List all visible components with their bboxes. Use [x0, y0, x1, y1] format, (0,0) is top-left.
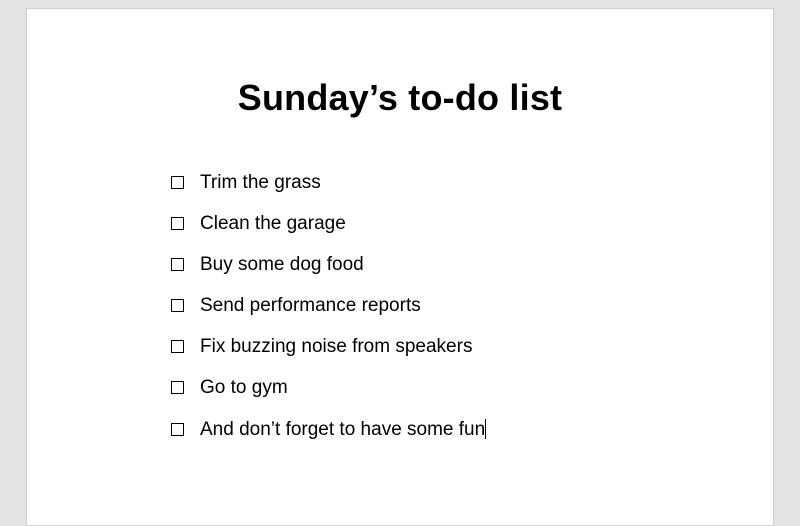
checkbox-icon[interactable] [171, 176, 184, 189]
document-page: Sunday’s to-do list Trim the grass Clean… [26, 8, 774, 526]
list-item[interactable]: Fix buzzing noise from speakers [171, 337, 703, 356]
page-title: Sunday’s to-do list [97, 77, 703, 119]
list-item[interactable]: And don’t forget to have some fun [171, 419, 703, 439]
checkbox-icon[interactable] [171, 381, 184, 394]
checkbox-icon[interactable] [171, 340, 184, 353]
list-item-label: And don’t forget to have some fun [200, 420, 485, 439]
list-item-label: Fix buzzing noise from speakers [200, 337, 472, 356]
list-item[interactable]: Go to gym [171, 378, 703, 397]
list-item-label: Send performance reports [200, 296, 421, 315]
list-item-label: Buy some dog food [200, 255, 364, 274]
list-item[interactable]: Buy some dog food [171, 255, 703, 274]
checkbox-icon[interactable] [171, 258, 184, 271]
todo-list: Trim the grass Clean the garage Buy some… [171, 173, 703, 439]
list-item-label: Go to gym [200, 378, 288, 397]
checkbox-icon[interactable] [171, 423, 184, 436]
checkbox-icon[interactable] [171, 299, 184, 312]
checkbox-icon[interactable] [171, 217, 184, 230]
text-cursor [485, 419, 486, 439]
list-item-label: Clean the garage [200, 214, 346, 233]
list-item[interactable]: Trim the grass [171, 173, 703, 192]
list-item[interactable]: Send performance reports [171, 296, 703, 315]
list-item[interactable]: Clean the garage [171, 214, 703, 233]
list-item-label: Trim the grass [200, 173, 321, 192]
